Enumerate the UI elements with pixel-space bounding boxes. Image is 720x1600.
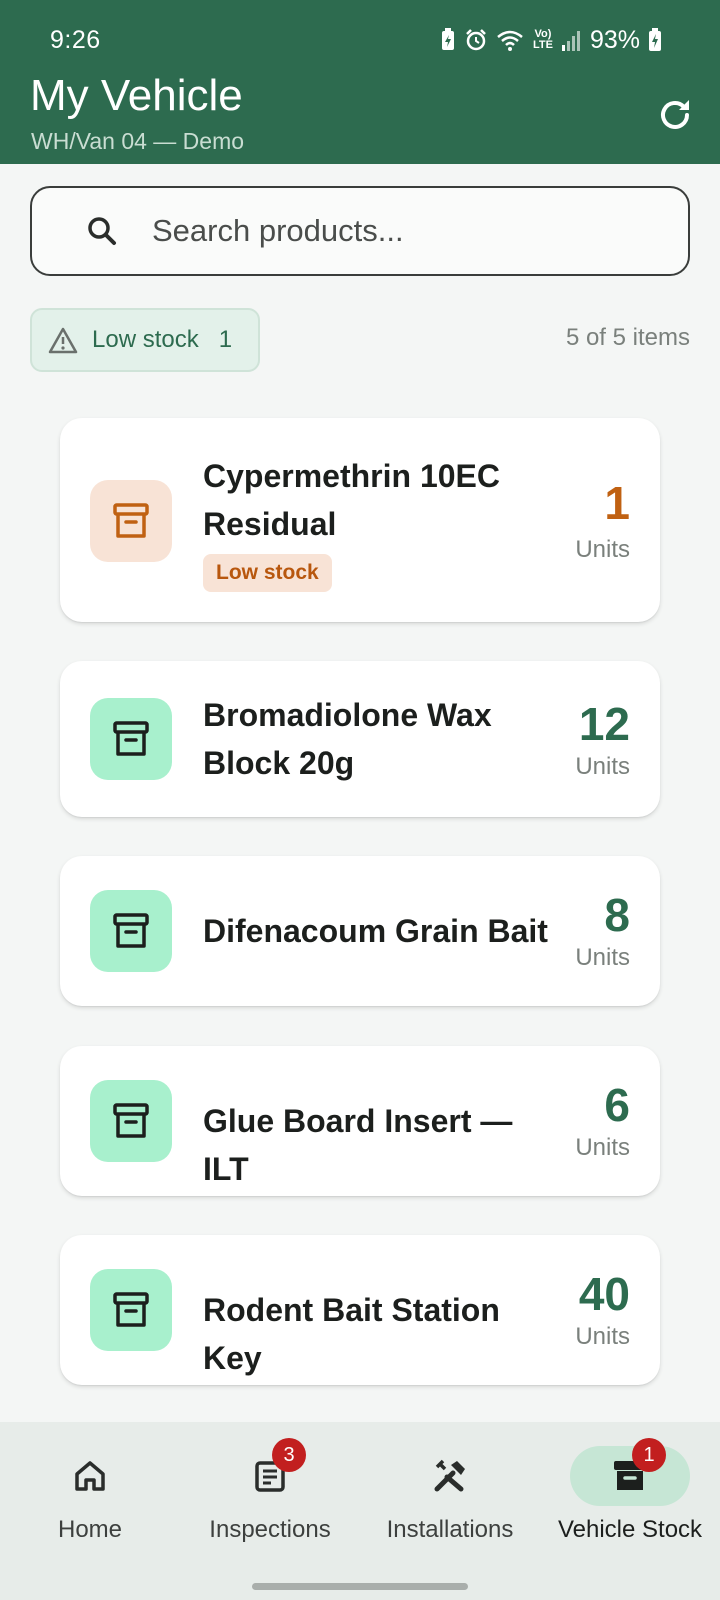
product-unit: Units: [575, 1323, 630, 1350]
nav-item-installations[interactable]: Installations: [360, 1422, 540, 1572]
product-quantity: 6: [604, 1079, 630, 1131]
inspections-badge: 3: [272, 1438, 306, 1472]
bottom-navigation: Home 3 Inspections Installations 1 Vehic…: [0, 1422, 720, 1600]
page-title: My Vehicle: [30, 71, 243, 120]
wifi-icon: [496, 28, 524, 52]
battery-percent: 93%: [589, 25, 640, 54]
page-subtitle: WH/Van 04 — Demo: [31, 128, 245, 154]
nav-label: Installations: [386, 1516, 514, 1543]
product-card[interactable]: Cypermethrin 10EC Residual Low stock 1 U…: [60, 418, 660, 622]
product-card[interactable]: Rodent Bait Station Key 40 Units: [60, 1235, 660, 1385]
product-name: Cypermethrin 10EC Residual: [203, 458, 500, 542]
chip-count: 1: [218, 326, 233, 353]
battery-saver-icon: [440, 28, 456, 52]
product-unit: Units: [575, 753, 630, 780]
nav-pill: [30, 1446, 150, 1506]
warning-icon: [48, 327, 78, 354]
gesture-home-indicator[interactable]: [252, 1583, 468, 1590]
nav-item-vehicle-stock[interactable]: 1 Vehicle Stock: [540, 1422, 720, 1572]
product-name: Bromadiolone Wax Block 20g: [203, 697, 492, 781]
product-card[interactable]: Glue Board Insert — ILT 6 Units: [60, 1046, 660, 1196]
refresh-icon: [661, 100, 689, 129]
home-icon: [75, 1461, 105, 1491]
archive-icon: [90, 1269, 172, 1351]
product-card[interactable]: Difenacoum Grain Bait 8 Units: [60, 856, 660, 1006]
low-stock-filter-chip[interactable]: Low stock 1: [30, 308, 260, 372]
battery-charging-icon: [648, 28, 662, 52]
archive-icon: [90, 698, 172, 780]
nav-pill-active: 1: [570, 1438, 690, 1506]
search-input[interactable]: [152, 213, 652, 249]
refresh-button[interactable]: [650, 90, 700, 140]
search-bar[interactable]: [30, 186, 690, 276]
product-name: Glue Board Insert — ILT: [203, 1103, 513, 1187]
alarm-icon: [464, 28, 488, 52]
archive-icon: [90, 890, 172, 972]
signal-icon: [561, 29, 582, 51]
items-count: 5 of 5 items: [565, 324, 690, 351]
nav-item-home[interactable]: Home: [0, 1422, 180, 1572]
chip-label: Low stock: [92, 326, 199, 353]
product-quantity: 12: [578, 698, 630, 750]
volte-label: Vo) LTE: [532, 28, 553, 51]
status-time: 9:26: [50, 25, 101, 54]
nav-item-inspections[interactable]: 3 Inspections: [180, 1422, 360, 1572]
product-name: Rodent Bait Station Key: [203, 1292, 500, 1376]
low-stock-badge: Low stock: [203, 554, 332, 592]
product-unit: Units: [575, 1134, 630, 1161]
vehicle-stock-badge: 1: [632, 1438, 666, 1472]
app-header: 9:26 Vo) LTE 93% My Vehicle WH/Van 04 — …: [0, 0, 720, 164]
product-card[interactable]: Bromadiolone Wax Block 20g 12 Units: [60, 661, 660, 817]
nav-label: Vehicle Stock: [557, 1516, 703, 1543]
product-quantity: 1: [604, 477, 630, 529]
nav-label: Inspections: [209, 1516, 331, 1543]
archive-icon: [90, 480, 172, 562]
nav-label: Home: [57, 1516, 123, 1543]
search-icon: [86, 215, 126, 247]
product-quantity: 8: [604, 889, 630, 941]
archive-icon: [90, 1080, 172, 1162]
nav-pill: [390, 1446, 510, 1506]
product-unit: Units: [575, 944, 630, 971]
tools-icon: [434, 1459, 465, 1492]
status-icons: Vo) LTE 93%: [440, 26, 662, 55]
nav-pill: 3: [210, 1438, 330, 1506]
product-unit: Units: [575, 536, 630, 563]
product-quantity: 40: [578, 1268, 630, 1320]
product-name: Difenacoum Grain Bait: [203, 913, 548, 949]
